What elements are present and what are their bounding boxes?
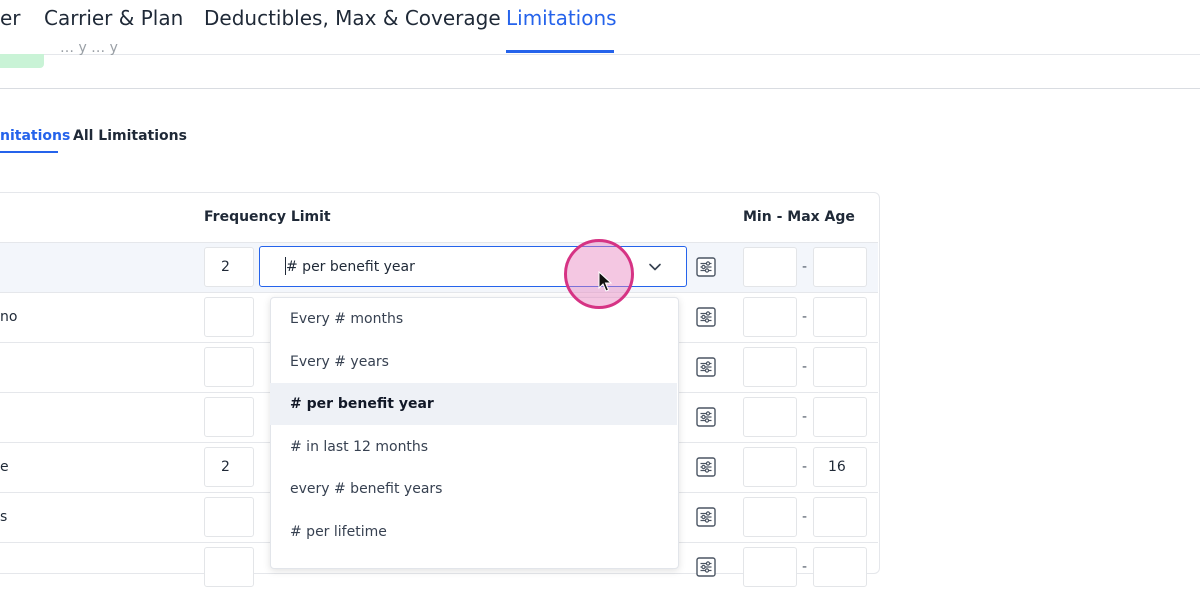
min-age-input[interactable] xyxy=(743,347,797,387)
min-age-input[interactable] xyxy=(743,397,797,437)
max-age-input[interactable] xyxy=(813,297,867,337)
summary-text: … y … y xyxy=(60,40,118,56)
frequency-count-input[interactable] xyxy=(204,397,254,437)
max-age-input[interactable]: 16 xyxy=(813,447,867,487)
active-subtab-indicator xyxy=(0,151,58,153)
min-age-input[interactable] xyxy=(743,497,797,537)
frequency-count-input[interactable] xyxy=(204,297,254,337)
frequency-count-input[interactable] xyxy=(204,347,254,387)
max-age-input[interactable] xyxy=(813,397,867,437)
frequency-count-input[interactable]: 2 xyxy=(204,247,254,287)
age-separator: - xyxy=(802,459,808,475)
age-separator: - xyxy=(802,309,808,325)
mouse-pointer-icon xyxy=(598,270,613,293)
max-age-input[interactable] xyxy=(813,347,867,387)
frequency-type-value: # per benefit year xyxy=(286,259,415,275)
min-age-input[interactable] xyxy=(743,297,797,337)
row-label: e xyxy=(0,459,9,475)
tab-deductibles-max-coverage[interactable]: Deductibles, Max & Coverage xyxy=(204,6,501,30)
min-age-input[interactable] xyxy=(743,547,797,587)
subtab-all-limitations[interactable]: All Limitations xyxy=(73,128,187,144)
status-badge xyxy=(0,54,44,68)
max-age-input[interactable] xyxy=(813,547,867,587)
sliders-icon[interactable] xyxy=(696,257,716,277)
sliders-icon[interactable] xyxy=(696,407,716,427)
sliders-icon[interactable] xyxy=(696,357,716,377)
sliders-icon[interactable] xyxy=(696,307,716,327)
max-age-input[interactable] xyxy=(813,497,867,537)
age-separator: - xyxy=(802,559,808,575)
min-age-input[interactable] xyxy=(743,447,797,487)
dropdown-option[interactable]: # per benefit year xyxy=(270,383,677,425)
min-age-input[interactable] xyxy=(743,247,797,287)
tab-carrier-plan[interactable]: Carrier & Plan xyxy=(44,6,183,30)
sliders-icon[interactable] xyxy=(696,557,716,577)
max-age-input[interactable] xyxy=(813,247,867,287)
tab-limitations[interactable]: Limitations xyxy=(506,6,617,30)
frequency-count-input[interactable]: 2 xyxy=(204,447,254,487)
dropdown-option[interactable]: every # benefit years xyxy=(270,468,677,510)
age-separator: - xyxy=(802,359,808,375)
active-tab-indicator xyxy=(506,50,614,53)
sliders-icon[interactable] xyxy=(696,457,716,477)
summary-strip xyxy=(0,54,1200,89)
min-max-age-header: Min - Max Age xyxy=(743,209,855,225)
dropdown-option[interactable]: # in last 12 months xyxy=(270,426,677,468)
dropdown-option[interactable]: # per lifetime xyxy=(270,511,677,553)
subtab-limitations[interactable]: nitations xyxy=(0,128,70,144)
frequency-count-input[interactable] xyxy=(204,547,254,587)
chevron-down-icon[interactable] xyxy=(647,259,663,275)
age-separator: - xyxy=(802,409,808,425)
row-label: s xyxy=(0,509,8,525)
dropdown-option[interactable]: Every # years xyxy=(270,341,677,383)
sliders-icon[interactable] xyxy=(696,507,716,527)
top-tab-bar: er Carrier & Plan Deductibles, Max & Cov… xyxy=(0,0,1200,55)
age-separator: - xyxy=(802,259,808,275)
frequency-limit-header: Frequency Limit xyxy=(204,209,331,225)
frequency-count-input[interactable] xyxy=(204,497,254,537)
tab-member[interactable]: er xyxy=(0,6,21,30)
age-separator: - xyxy=(802,509,808,525)
row-label: no xyxy=(0,309,18,325)
